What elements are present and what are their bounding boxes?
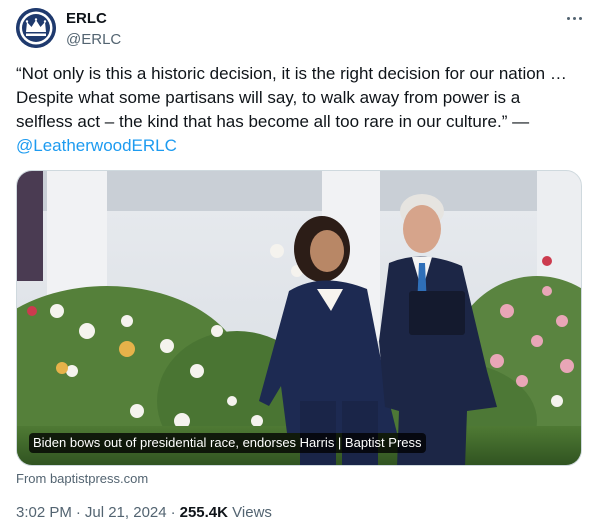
meta-separator: · xyxy=(170,504,176,521)
meta-separator: · xyxy=(75,504,81,521)
card-photo xyxy=(17,171,581,465)
tweet-date[interactable]: Jul 21, 2024 xyxy=(85,504,167,521)
tweet: ERLC @ERLC “Not only is this a historic … xyxy=(0,0,598,532)
tweet-meta: 3:02 PM · Jul 21, 2024 · 255.4K Views xyxy=(16,503,272,523)
author-block: ERLC @ERLC xyxy=(66,10,121,49)
mention-link[interactable]: @LeatherwoodERLC xyxy=(16,136,177,155)
card-source[interactable]: From baptistpress.com xyxy=(16,471,148,487)
erlc-crown-logo-icon xyxy=(16,8,56,48)
tweet-quote: “Not only is this a historic decision, i… xyxy=(16,64,567,131)
more-options-icon[interactable] xyxy=(562,8,586,28)
card-caption: Biden bows out of presidential race, end… xyxy=(29,433,426,453)
author-name[interactable]: ERLC xyxy=(66,10,121,28)
views-count[interactable]: 255.4K xyxy=(180,504,228,521)
tweet-time[interactable]: 3:02 PM xyxy=(16,504,72,521)
views-label: Views xyxy=(232,504,272,521)
avatar[interactable] xyxy=(16,8,56,48)
author-handle[interactable]: @ERLC xyxy=(66,30,121,49)
link-card[interactable]: Biden bows out of presidential race, end… xyxy=(16,170,582,466)
tweet-text: “Not only is this a historic decision, i… xyxy=(16,62,576,158)
